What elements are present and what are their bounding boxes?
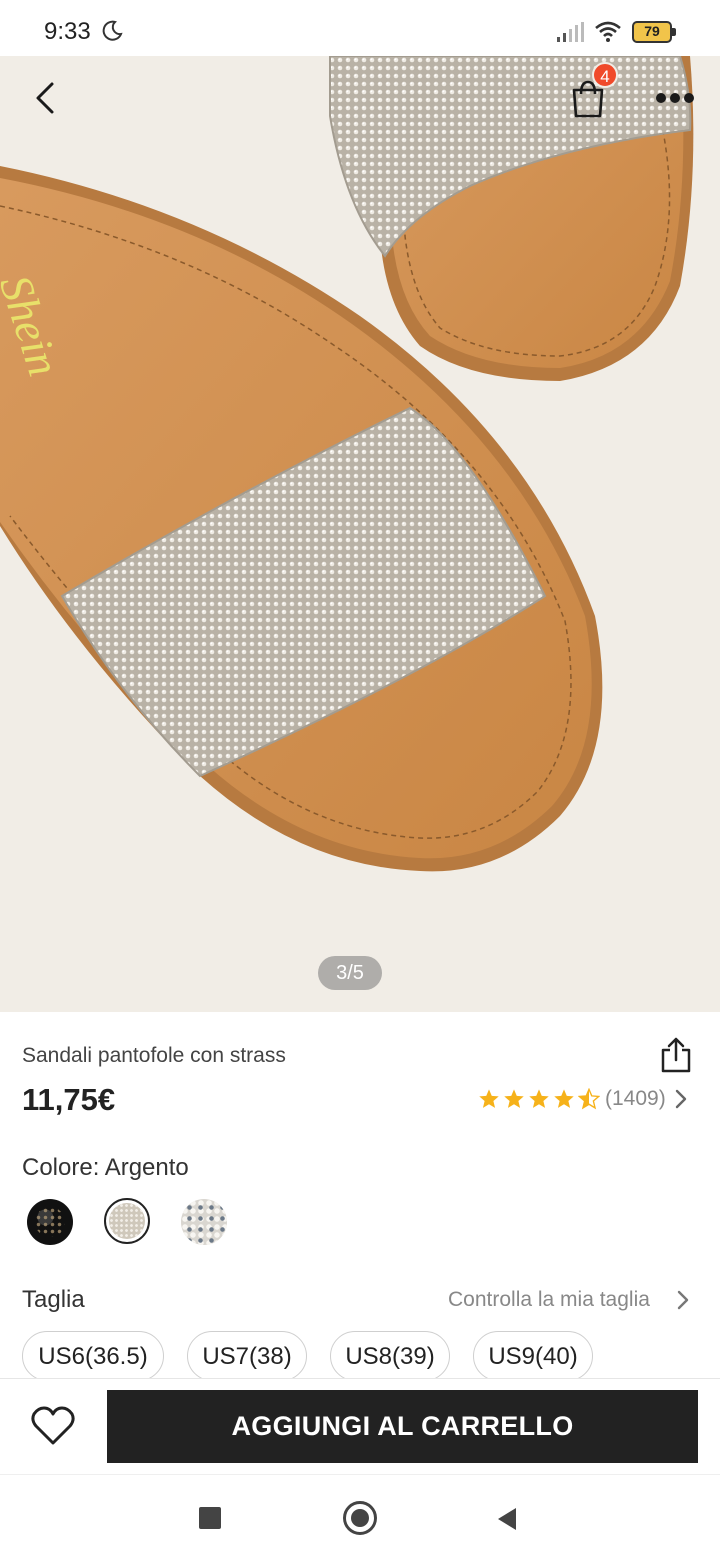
color-label: Colore: Argento: [22, 1154, 189, 1181]
rating-count: (1409): [605, 1087, 666, 1110]
color-swatch-black[interactable]: [27, 1199, 73, 1245]
home-circle-icon[interactable]: [343, 1501, 377, 1535]
back-arrow-icon[interactable]: [26, 78, 66, 118]
status-bar: 9:33 79: [0, 0, 720, 56]
size-option[interactable]: US9(40): [473, 1331, 593, 1381]
wifi-icon: [595, 21, 621, 42]
image-counter: 3/5: [318, 956, 382, 990]
more-icon[interactable]: [652, 88, 698, 108]
chevron-right-icon: [675, 1089, 686, 1109]
back-triangle-icon[interactable]: [496, 1506, 518, 1532]
star-icon: [504, 1089, 524, 1108]
product-name: Sandali pantofole con strass: [22, 1044, 286, 1067]
color-swatch-silver[interactable]: [109, 1203, 145, 1239]
heart-icon[interactable]: [30, 1405, 76, 1447]
recents-square-icon[interactable]: [199, 1507, 221, 1529]
product-rating[interactable]: (1409): [478, 1084, 688, 1114]
size-guide-link[interactable]: Controlla la mia taglia: [448, 1288, 650, 1312]
star-icon: [529, 1089, 549, 1108]
moon-icon: [102, 20, 123, 41]
bottom-action-bar: AGGIUNGI AL CARRELLO: [0, 1378, 720, 1474]
size-label: Taglia: [22, 1286, 85, 1313]
star-icon: [554, 1089, 574, 1108]
product-image-gallery[interactable]: Shein: [0, 56, 720, 1012]
size-option[interactable]: US6(36.5): [22, 1331, 164, 1381]
half-star-icon: [578, 1088, 600, 1110]
color-swatch-multicolor[interactable]: [181, 1199, 227, 1245]
size-option[interactable]: US8(39): [330, 1331, 450, 1381]
product-price: 11,75€: [22, 1082, 116, 1117]
chevron-right-icon[interactable]: [676, 1289, 690, 1311]
signal-icon: [557, 22, 584, 42]
battery-icon: 79: [632, 21, 678, 43]
add-to-cart-button[interactable]: AGGIUNGI AL CARRELLO: [107, 1390, 698, 1463]
size-option[interactable]: US7(38): [187, 1331, 307, 1381]
product-photo: Shein: [0, 56, 694, 872]
top-navigation: 4: [0, 56, 720, 146]
status-time: 9:33: [44, 18, 91, 45]
cart-badge: 4: [592, 62, 618, 88]
star-icon: [479, 1089, 499, 1108]
share-icon[interactable]: [658, 1036, 694, 1074]
system-navigation-bar: [0, 1474, 720, 1560]
battery-level: 79: [644, 23, 660, 39]
